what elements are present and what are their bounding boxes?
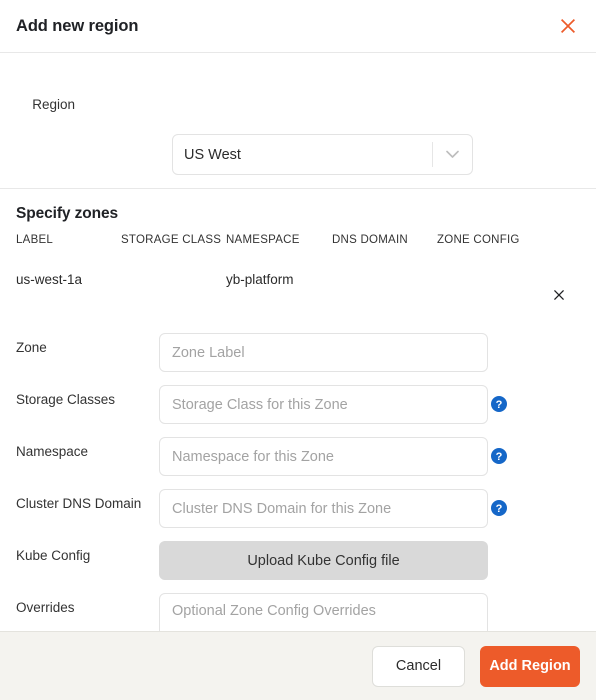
column-header-dns-domain: DNS DOMAIN	[332, 234, 408, 246]
cell-namespace: yb-platform	[226, 272, 294, 287]
column-header-namespace: NAMESPACE	[226, 234, 300, 246]
add-region-button[interactable]: Add Region	[480, 645, 580, 687]
column-header-storage-class: STORAGE CLASS	[121, 234, 222, 246]
column-header-zone-config: ZONE CONFIG	[437, 234, 520, 246]
region-select[interactable]: US West	[172, 134, 473, 175]
page-title: Add new region	[16, 16, 139, 35]
svg-text:?: ?	[496, 451, 503, 463]
region-label: Region	[32, 97, 75, 112]
close-icon-glyph	[561, 19, 575, 33]
svg-text:?: ?	[496, 399, 503, 411]
column-header-label: LABEL	[16, 234, 54, 246]
modal-body: Region US West Specify zones LABEL STORA…	[0, 53, 596, 700]
svg-text:?: ?	[496, 503, 503, 515]
control-kube-config: Upload Kube Config file	[159, 541, 488, 580]
form-row-zone: Zone	[0, 325, 596, 377]
help-circle-icon-cluster-dns-domain[interactable]: ?	[491, 500, 507, 516]
cluster-dns-domain-input[interactable]	[159, 489, 488, 528]
form-row-storage-classes: Storage Classes ?	[0, 377, 596, 429]
label-cluster-dns-domain: Cluster DNS Domain	[16, 496, 142, 511]
add-region-modal: Add new region Region US West Specify zo…	[0, 0, 596, 700]
zones-table: LABEL STORAGE CLASS NAMESPACE DNS DOMAIN…	[0, 234, 596, 306]
control-cluster-dns-domain	[159, 489, 488, 528]
chevron-down-icon[interactable]	[433, 150, 472, 159]
form-row-kube-config: Kube Config Upload Kube Config file	[0, 533, 596, 585]
label-storage-classes: Storage Classes	[16, 392, 116, 407]
zone-input[interactable]	[159, 333, 488, 372]
cell-label: us-west-1a	[16, 272, 83, 287]
help-circle-icon-glyph: ?	[491, 500, 507, 516]
table-row: us-west-1a yb-platform	[0, 260, 596, 306]
help-circle-icon-glyph: ?	[491, 396, 507, 412]
modal-header: Add new region	[0, 0, 596, 53]
zones-heading: Specify zones	[16, 205, 119, 222]
control-storage-classes	[159, 385, 488, 424]
help-circle-icon-namespace[interactable]: ?	[491, 448, 507, 464]
label-namespace: Namespace	[16, 444, 89, 459]
help-circle-icon-glyph: ?	[491, 448, 507, 464]
delete-zone-icon[interactable]	[550, 286, 568, 304]
label-zone: Zone	[16, 340, 47, 355]
control-zone	[159, 333, 488, 372]
label-kube-config: Kube Config	[16, 548, 91, 563]
label-overrides: Overrides	[16, 600, 75, 615]
zone-form: Zone Storage Classes ?	[0, 325, 596, 657]
chevron-down-icon-glyph	[446, 150, 459, 158]
storage-classes-input[interactable]	[159, 385, 488, 424]
form-row-cluster-dns-domain: Cluster DNS Domain ?	[0, 481, 596, 533]
cancel-button[interactable]: Cancel	[372, 645, 465, 687]
help-circle-icon-storage-classes[interactable]: ?	[491, 396, 507, 412]
form-row-namespace: Namespace ?	[0, 429, 596, 481]
close-icon-glyph	[554, 290, 564, 300]
region-row: Region	[0, 53, 596, 135]
upload-kube-config-button[interactable]: Upload Kube Config file	[159, 541, 488, 580]
zones-table-header: LABEL STORAGE CLASS NAMESPACE DNS DOMAIN…	[0, 234, 596, 260]
namespace-input[interactable]	[159, 437, 488, 476]
modal-footer: Cancel Add Region	[0, 631, 596, 700]
close-icon[interactable]	[554, 12, 582, 40]
control-namespace	[159, 437, 488, 476]
region-select-value: US West	[184, 146, 241, 163]
section-divider	[0, 188, 596, 189]
